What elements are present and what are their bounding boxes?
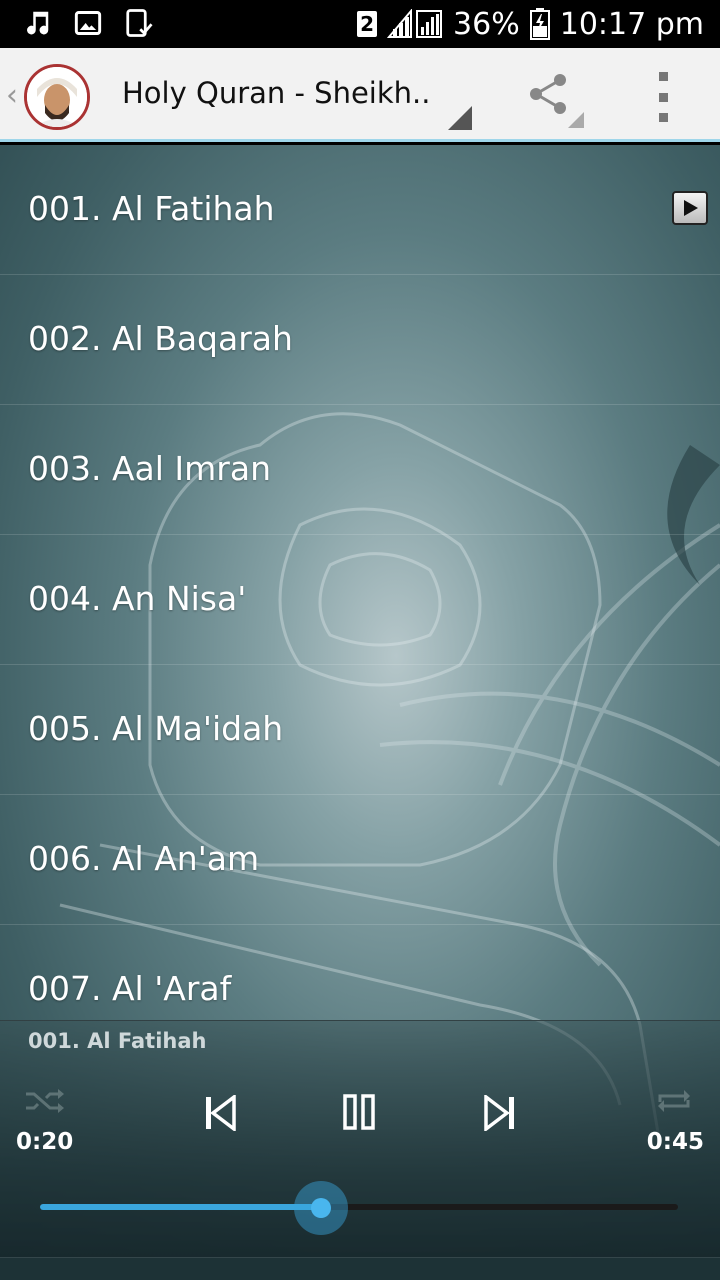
play-button[interactable] bbox=[672, 191, 708, 225]
next-icon bbox=[484, 1095, 514, 1131]
list-item[interactable]: 002. Al Baqarah bbox=[0, 275, 720, 405]
system-status: 2 36% 10:17 pm bbox=[357, 4, 704, 44]
now-playing-title: 001. Al Fatihah bbox=[28, 1029, 207, 1053]
list-item[interactable]: 005. Al Ma'idah bbox=[0, 665, 720, 795]
battery-icon bbox=[529, 8, 550, 40]
surah-list: 001. Al Fatihah 002. Al Baqarah 003. Aal… bbox=[0, 145, 720, 1030]
battery-percent: 36% bbox=[453, 6, 520, 42]
pause-icon bbox=[343, 1094, 375, 1130]
share-icon bbox=[530, 74, 566, 114]
list-item[interactable]: 007. Al 'Araf bbox=[0, 925, 720, 1030]
app-title[interactable]: Holy Quran - Sheikh.. bbox=[122, 76, 430, 110]
overflow-menu-icon bbox=[658, 72, 668, 81]
action-bar: ‹ Holy Quran - Sheikh.. bbox=[0, 48, 720, 142]
seek-bar[interactable] bbox=[40, 1204, 678, 1210]
sim-badge: 2 bbox=[357, 11, 378, 37]
surah-label: 003. Aal Imran bbox=[28, 449, 272, 488]
surah-label: 005. Al Ma'idah bbox=[28, 709, 284, 748]
music-note-icon bbox=[27, 11, 49, 35]
seek-bar-thumb[interactable] bbox=[293, 1181, 348, 1235]
clipboard-check-icon bbox=[126, 9, 153, 37]
menu-dot bbox=[658, 92, 668, 102]
surah-label: 002. Al Baqarah bbox=[28, 319, 293, 358]
elapsed-time: 0:20 bbox=[16, 1129, 74, 1155]
app-icon-avatar[interactable] bbox=[24, 64, 90, 130]
menu-dot bbox=[658, 113, 668, 122]
total-duration: 0:45 bbox=[646, 1129, 704, 1155]
list-item[interactable]: 003. Aal Imran bbox=[0, 405, 720, 535]
shuffle-icon bbox=[26, 1089, 64, 1113]
seek-bar-progress bbox=[40, 1204, 321, 1210]
media-player: 001. Al Fatihah 0:20 0:45 bbox=[0, 1020, 720, 1280]
back-button[interactable]: ‹ bbox=[6, 78, 18, 113]
repeat-icon bbox=[658, 1090, 690, 1112]
notification-icons bbox=[22, 8, 154, 38]
previous-icon bbox=[206, 1095, 236, 1131]
spinner-indicator bbox=[448, 106, 472, 130]
share-dropdown-indicator bbox=[568, 112, 584, 128]
overflow-menu-button[interactable] bbox=[650, 72, 676, 122]
status-bar: 2 36% 10:17 pm bbox=[0, 0, 720, 48]
signal-icon bbox=[387, 9, 443, 38]
seek-thumb-core bbox=[310, 1198, 331, 1218]
image-icon bbox=[74, 11, 102, 35]
surah-label: 006. Al An'am bbox=[28, 839, 260, 878]
surah-label: 004. An Nisa' bbox=[28, 579, 247, 618]
list-item[interactable]: 001. Al Fatihah bbox=[0, 145, 720, 275]
next-button[interactable] bbox=[478, 1091, 522, 1135]
list-item[interactable]: 006. Al An'am bbox=[0, 795, 720, 925]
reciter-portrait-icon bbox=[27, 67, 87, 127]
surah-label: 001. Al Fatihah bbox=[28, 189, 275, 228]
play-icon bbox=[684, 200, 698, 216]
shuffle-button[interactable] bbox=[22, 1081, 66, 1121]
list-item[interactable]: 004. An Nisa' bbox=[0, 535, 720, 665]
clock: 10:17 pm bbox=[559, 6, 704, 42]
previous-button[interactable] bbox=[198, 1091, 242, 1135]
player-footer bbox=[0, 1257, 720, 1280]
repeat-button[interactable] bbox=[652, 1081, 696, 1121]
pause-button[interactable] bbox=[336, 1089, 382, 1135]
surah-label: 007. Al 'Araf bbox=[28, 969, 232, 1008]
